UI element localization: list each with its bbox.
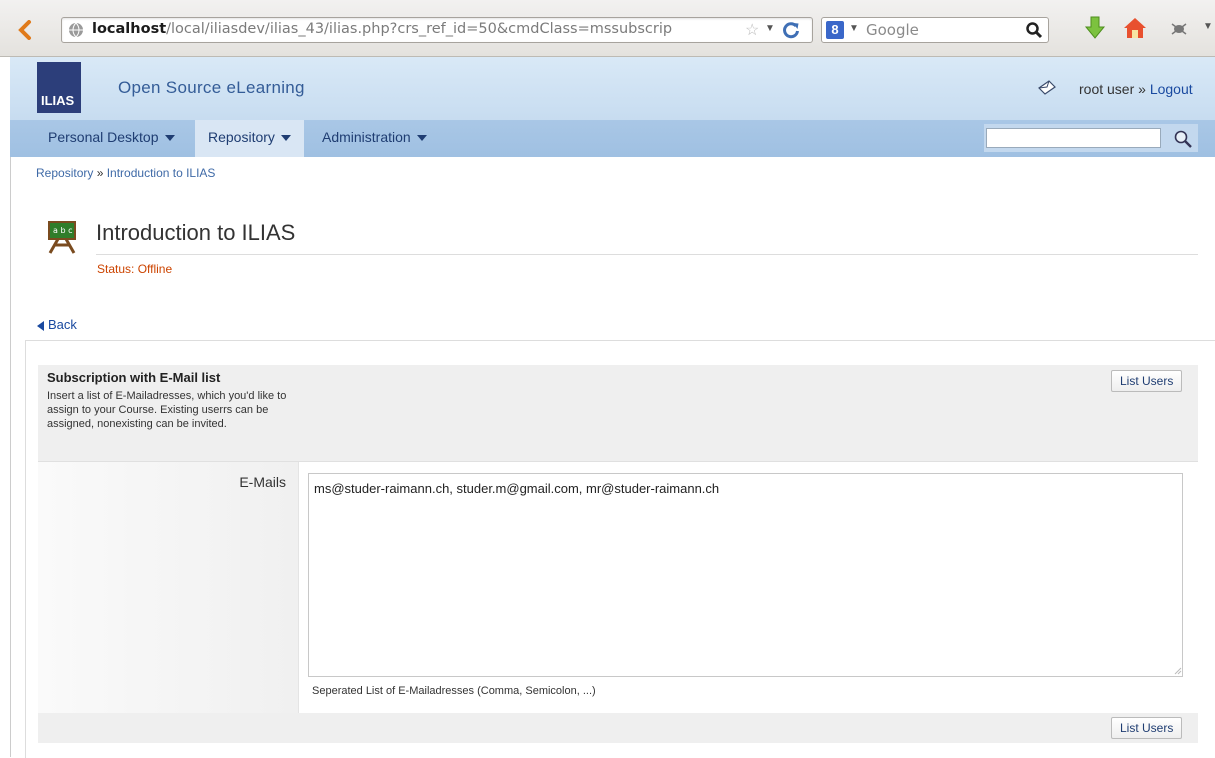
list-users-button-top[interactable]: List Users xyxy=(1111,370,1183,392)
form-title: Subscription with E-Mail list xyxy=(47,370,221,385)
menu-personal-desktop[interactable]: Personal Desktop xyxy=(35,120,188,157)
chevron-down-icon xyxy=(280,135,291,142)
emails-textarea[interactable]: ms@studer-raimann.ch, studer.m@gmail.com… xyxy=(308,473,1183,677)
chevron-down-icon xyxy=(416,135,427,142)
emails-info: Seperated List of E-Mailadresses (Comma,… xyxy=(312,685,596,697)
browser-search[interactable]: 8 ▼ Google xyxy=(821,17,1049,43)
menu-repository[interactable]: Repository xyxy=(195,120,304,157)
globe-icon xyxy=(69,22,83,38)
course-icon: a b c xyxy=(48,221,76,254)
url-bar[interactable]: localhost/local/iliasdev/ilias_43/ilias.… xyxy=(61,17,813,43)
chevron-down-icon[interactable]: ▼ xyxy=(1203,21,1213,32)
list-users-button-bottom[interactable]: List Users xyxy=(1111,717,1183,739)
main-menu: Personal Desktop Repository Administrati… xyxy=(10,120,1215,157)
back-link[interactable]: Back xyxy=(37,317,77,332)
browser-toolbar: localhost/local/iliasdev/ilias_43/ilias.… xyxy=(0,0,1215,57)
search-icon[interactable] xyxy=(1025,21,1043,39)
home-icon[interactable] xyxy=(1122,15,1148,41)
logout-link[interactable]: Logout xyxy=(1150,81,1193,97)
ilias-logo[interactable]: ILIAS xyxy=(37,62,81,113)
title-divider xyxy=(96,254,1198,255)
download-icon[interactable] xyxy=(1082,15,1108,41)
star-icon[interactable]: ☆ xyxy=(745,20,759,40)
search-engine-placeholder: Google xyxy=(866,21,919,39)
resize-grip-icon[interactable] xyxy=(1172,665,1182,675)
breadcrumb-course[interactable]: Introduction to ILIAS xyxy=(107,166,216,180)
main-search-input[interactable] xyxy=(986,128,1161,148)
breadcrumb: Repository » Introduction to ILIAS xyxy=(36,166,216,180)
bug-icon[interactable] xyxy=(1166,15,1192,41)
reload-icon[interactable] xyxy=(781,20,801,40)
page-title: Introduction to ILIAS xyxy=(96,220,296,245)
form-description: Insert a list of E-Mailadresses, which y… xyxy=(47,390,287,430)
chevron-down-icon[interactable]: ▼ xyxy=(765,23,775,34)
mail-icon[interactable] xyxy=(1037,79,1057,95)
search-icon[interactable] xyxy=(1173,129,1193,149)
menu-administration[interactable]: Administration xyxy=(309,120,440,157)
status-text: Status: Offline xyxy=(97,262,173,276)
back-arrow-icon[interactable] xyxy=(18,20,32,40)
emails-field-row: E-Mails ms@studer-raimann.ch, studer.m@g… xyxy=(38,462,1198,713)
form-header: Subscription with E-Mail list Insert a l… xyxy=(38,365,1198,462)
back-triangle-icon xyxy=(37,320,44,331)
url-text: localhost/local/iliasdev/ilias_43/ilias.… xyxy=(92,21,673,37)
emails-label-cell: E-Mails xyxy=(38,462,299,713)
left-border xyxy=(10,157,11,757)
form-footer: List Users xyxy=(38,713,1198,743)
breadcrumb-repository[interactable]: Repository xyxy=(36,166,93,180)
chevron-down-icon xyxy=(164,135,175,142)
google-icon[interactable]: 8 xyxy=(826,21,844,39)
user-box: root user » Logout xyxy=(1079,81,1193,97)
site-header: ILIAS Open Source eLearning root user » … xyxy=(10,57,1215,120)
svg-text:a b c: a b c xyxy=(53,226,72,235)
main-search xyxy=(984,124,1198,152)
chevron-down-icon[interactable]: ▼ xyxy=(849,23,859,34)
site-title: Open Source eLearning xyxy=(118,78,305,97)
emails-label: E-Mails xyxy=(239,474,286,490)
user-name: root user xyxy=(1079,81,1135,97)
